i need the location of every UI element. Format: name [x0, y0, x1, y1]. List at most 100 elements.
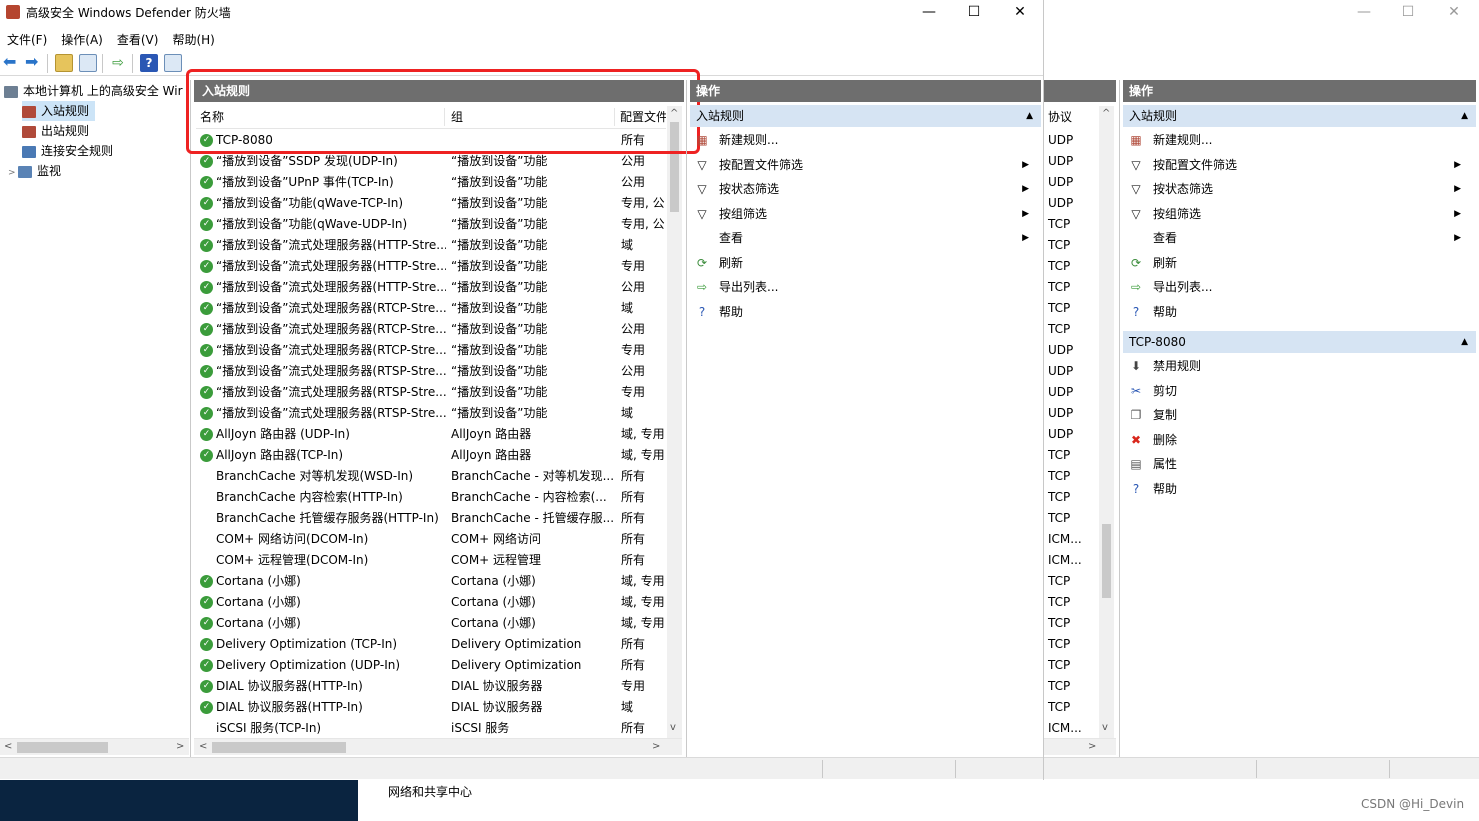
action-item[interactable]: ▽ 按状态筛选 ▶ [695, 177, 1037, 201]
export-list-icon[interactable]: ⇨ [109, 54, 127, 72]
scroll-right-icon[interactable]: > [1088, 741, 1096, 752]
rules-hscrollbar[interactable]: < > [194, 738, 682, 755]
rules-vscrollbar[interactable]: ^ v [667, 106, 682, 738]
action-item[interactable]: ▽ 按配置文件筛选 ▶ [695, 153, 1037, 177]
collapse-icon[interactable]: ▲ [1461, 331, 1468, 353]
table-row[interactable]: ✓ “播放到设备”功能(qWave-UDP-In) “播放到设备”功能 专用, 公 [196, 214, 666, 235]
scroll-thumb[interactable] [17, 742, 108, 753]
tree-item-connection-security[interactable]: 连接安全规则 [22, 141, 113, 161]
action-item[interactable]: ▽ 按组筛选 ▶ [695, 202, 1037, 226]
column-protocol[interactable]: 协议 [1048, 106, 1072, 128]
menu-file[interactable]: 文件(F) [0, 28, 54, 51]
action-item[interactable]: ? 帮助 [1129, 477, 1469, 501]
close-button-2[interactable]: ✕ [1432, 0, 1476, 26]
table-row[interactable]: ✓ “播放到设备”流式处理服务器(RTSP-Stre... “播放到设备”功能 公用 [196, 361, 666, 382]
scroll-left-icon[interactable]: < [199, 741, 207, 752]
action-item[interactable]: ⟳ 刷新 [695, 251, 1037, 275]
table-row[interactable]: ✓ “播放到设备”流式处理服务器(HTTP-Stre... “播放到设备”功能 公用 [196, 277, 666, 298]
action-item[interactable]: ⇨ 导出列表... [1129, 275, 1469, 299]
collapse-icon[interactable]: ▲ [1461, 105, 1468, 127]
actions-section-tcp8080[interactable]: TCP-8080 ▲ [1123, 331, 1476, 353]
network-sharing-center-label[interactable]: 网络和共享中心 [388, 783, 472, 800]
table-row[interactable]: ✓ “播放到设备”UPnP 事件(TCP-In) “播放到设备”功能 公用 [196, 172, 666, 193]
table-row[interactable]: ✓ AllJoyn 路由器 (UDP-In) AllJoyn 路由器 域, 专用 [196, 424, 666, 445]
actions-section-inbound-2[interactable]: 入站规则 ▲ [1123, 105, 1476, 127]
action-item[interactable]: ▽ 按状态筛选 ▶ [1129, 177, 1469, 201]
table-row[interactable]: ✓ “播放到设备”流式处理服务器(RTCP-Stre... “播放到设备”功能 公用 [196, 319, 666, 340]
action-item[interactable]: 查看 ▶ [695, 226, 1037, 250]
table-row[interactable]: COM+ 远程管理(DCOM-In) COM+ 远程管理 所有 [196, 550, 666, 571]
table-row[interactable]: iSCSI 服务(TCP-In) iSCSI 服务 所有 [196, 718, 666, 739]
table-row[interactable]: BranchCache 托管缓存服务器(HTTP-In) BranchCache … [196, 508, 666, 529]
splitter-left[interactable] [190, 80, 191, 758]
scroll-down-icon[interactable]: v [1102, 722, 1108, 733]
action-item[interactable]: ? 帮助 [695, 300, 1037, 324]
action-item[interactable]: ⇨ 导出列表... [695, 275, 1037, 299]
table-row[interactable]: ✓ “播放到设备”流式处理服务器(RTCP-Stre... “播放到设备”功能 域 [196, 298, 666, 319]
table-row[interactable]: BranchCache 对等机发现(WSD-In) BranchCache - 对… [196, 466, 666, 487]
tree-root[interactable]: 本地计算机 上的高级安全 Wir [4, 81, 183, 101]
forward-arrow-icon[interactable]: ➡ [25, 54, 43, 72]
scroll-thumb[interactable] [1102, 524, 1111, 598]
tree-item-outbound[interactable]: 出站规则 [22, 121, 89, 141]
scroll-thumb[interactable] [212, 742, 346, 753]
action-item[interactable]: ▤ 属性 [1129, 452, 1469, 476]
minimize-button[interactable]: — [907, 0, 951, 26]
back-arrow-icon[interactable]: ⬅ [3, 54, 21, 72]
table-row[interactable]: ✓ Cortana (小娜) Cortana (小娜) 域, 专用 [196, 592, 666, 613]
action-item[interactable]: ⟳ 刷新 [1129, 251, 1469, 275]
bg-vscrollbar[interactable]: ^ v [1099, 106, 1114, 738]
table-row[interactable]: COM+ 网络访问(DCOM-In) COM+ 网络访问 所有 [196, 529, 666, 550]
table-row[interactable]: ✓ “播放到设备”功能(qWave-TCP-In) “播放到设备”功能 专用, 公 [196, 193, 666, 214]
collapse-icon[interactable]: ▲ [1026, 105, 1033, 127]
scroll-up-icon[interactable]: ^ [1102, 108, 1110, 119]
action-item[interactable]: ▦ 新建规则... [695, 128, 1037, 152]
table-row[interactable]: ✓ “播放到设备”流式处理服务器(RTSP-Stre... “播放到设备”功能 域 [196, 403, 666, 424]
table-row[interactable]: ✓ “播放到设备”流式处理服务器(HTTP-Stre... “播放到设备”功能 专用 [196, 256, 666, 277]
table-row[interactable]: ✓ DIAL 协议服务器(HTTP-In) DIAL 协议服务器 专用 [196, 676, 666, 697]
minimize-button-2[interactable]: — [1342, 0, 1386, 26]
show-action-pane-icon[interactable] [164, 54, 182, 72]
scroll-left-icon[interactable]: < [4, 741, 12, 752]
action-item[interactable]: ▽ 按组筛选 ▶ [1129, 202, 1469, 226]
tree-scrollbar[interactable]: < > [0, 738, 189, 755]
action-item[interactable]: 查看 ▶ [1129, 226, 1469, 250]
action-item[interactable]: ▽ 按配置文件筛选 ▶ [1129, 153, 1469, 177]
scroll-right-icon[interactable]: > [176, 741, 184, 752]
scroll-right-icon[interactable]: > [652, 741, 660, 752]
table-row[interactable]: ✓ Cortana (小娜) Cortana (小娜) 域, 专用 [196, 571, 666, 592]
tree-item-inbound[interactable]: 入站规则 [22, 101, 96, 121]
table-row[interactable]: ✓ Delivery Optimization (UDP-In) Delivery … [196, 655, 666, 676]
menu-help[interactable]: 帮助(H) [165, 28, 221, 51]
actions-section-inbound[interactable]: 入站规则 ▲ [690, 105, 1041, 127]
table-row[interactable]: ✓ AllJoyn 路由器(TCP-In) AllJoyn 路由器 域, 专用 [196, 445, 666, 466]
tree-item-monitor[interactable]: > 监视 [8, 161, 61, 181]
scroll-down-icon[interactable]: v [670, 722, 676, 733]
table-row[interactable]: ✓ “播放到设备”SSDP 发现(UDP-In) “播放到设备”功能 公用 [196, 151, 666, 172]
action-item[interactable]: ▦ 新建规则... [1129, 128, 1469, 152]
action-item[interactable]: ✂ 剪切 [1129, 379, 1469, 403]
chevron-right-icon[interactable]: > [8, 163, 18, 183]
splitter-mid[interactable] [686, 80, 687, 758]
action-item[interactable]: ⬇ 禁用规则 [1129, 354, 1469, 378]
table-row[interactable]: ✓ Cortana (小娜) Cortana (小娜) 域, 专用 [196, 613, 666, 634]
table-row[interactable]: ✓ Delivery Optimization (TCP-In) Delivery … [196, 634, 666, 655]
table-row[interactable]: BranchCache 内容检索(HTTP-In) BranchCache - 内… [196, 487, 666, 508]
action-item[interactable]: ? 帮助 [1129, 300, 1469, 324]
splitter-right[interactable] [1119, 80, 1120, 758]
table-row[interactable]: ✓ “播放到设备”流式处理服务器(RTCP-Stre... “播放到设备”功能 专用 [196, 340, 666, 361]
table-row[interactable]: ✓ “播放到设备”流式处理服务器(RTSP-Stre... “播放到设备”功能 专用 [196, 382, 666, 403]
help-icon[interactable]: ? [140, 54, 158, 72]
menu-action[interactable]: 操作(A) [54, 28, 110, 51]
action-item[interactable]: ✖ 删除 [1129, 428, 1469, 452]
table-row[interactable]: ✓ “播放到设备”流式处理服务器(HTTP-Stre... “播放到设备”功能 域 [196, 235, 666, 256]
menu-view[interactable]: 查看(V) [110, 28, 166, 51]
table-row[interactable]: ✓ DIAL 协议服务器(HTTP-In) DIAL 协议服务器 域 [196, 697, 666, 718]
show-hide-tree-icon[interactable] [79, 54, 97, 72]
maximize-button[interactable]: ☐ [952, 0, 996, 26]
up-folder-icon[interactable] [55, 54, 73, 72]
action-item[interactable]: ❐ 复制 [1129, 403, 1469, 427]
bg-hscrollbar[interactable]: > [1044, 738, 1116, 755]
maximize-button-2[interactable]: ☐ [1386, 0, 1430, 26]
close-button[interactable]: ✕ [998, 0, 1042, 26]
